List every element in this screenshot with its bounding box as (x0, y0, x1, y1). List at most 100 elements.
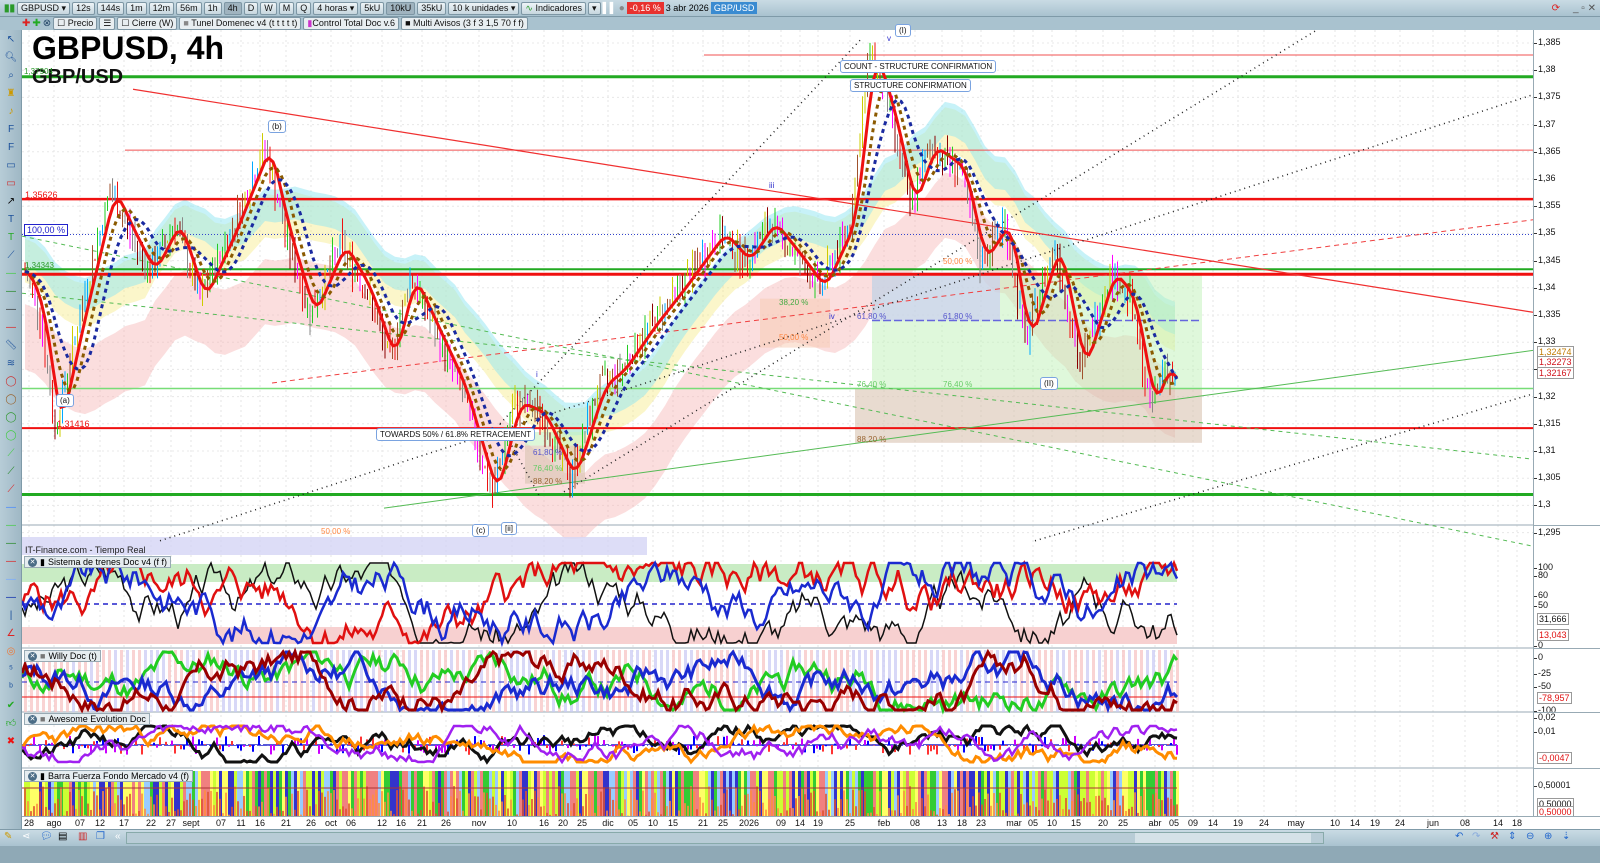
indicators-button[interactable]: ∿ Indicadores (521, 1, 586, 15)
fib-icon[interactable]: F (0, 120, 22, 138)
hline-red-icon[interactable]: — (0, 318, 22, 336)
angle-icon[interactable]: ∠ (0, 624, 22, 642)
legend-close[interactable]: ☐ Cierre (W) (117, 17, 178, 30)
line-navy-icon[interactable]: — (0, 588, 22, 606)
timeframe-1h[interactable]: 1h (203, 1, 222, 15)
segment-icon[interactable]: ⟋ (0, 246, 22, 264)
timeframe-4h[interactable]: 4h (223, 1, 242, 15)
legend-tunel[interactable]: ■ Tunel Domenec v4 (t t t t t) (179, 17, 302, 30)
chart-area[interactable] (22, 30, 1533, 816)
pencil-icon[interactable]: ✎ (4, 831, 12, 842)
hline-green-icon[interactable]: — (0, 264, 22, 282)
timeframe-12m[interactable]: 12m (148, 1, 175, 15)
pause-icon[interactable]: ▌▌ (603, 3, 617, 14)
add-green-icon[interactable]: ✚ (32, 18, 40, 29)
rect-icon[interactable]: ▭ (0, 174, 22, 192)
pane-header-barra[interactable]: ✕ ▮ Barra Fuerza Fondo Mercado v4 (f) (24, 770, 194, 782)
line-ltgreen-icon[interactable]: — (0, 516, 22, 534)
close-all-icon[interactable]: ⊗ (43, 18, 51, 29)
bell-icon[interactable]: ♪ (0, 102, 22, 120)
record-icon[interactable]: ● (619, 3, 625, 14)
tools-icon[interactable]: ⚒ (1490, 831, 1499, 842)
line-red-icon[interactable]: ⟋ (0, 480, 22, 498)
redo-icon[interactable]: ↷ (1472, 831, 1480, 842)
timeframe-M[interactable]: M (278, 1, 295, 15)
price-scale[interactable]: 1,385 1,38 1,375 1,37 1,365 1,36 1,355 1,35 1,34… (1533, 30, 1600, 818)
pane-header-awesome[interactable]: ✕ ■ Awesome Evolution Doc (24, 713, 150, 725)
fib-ext-icon[interactable]: F (0, 138, 22, 156)
elliott-icon[interactable]: ⁵ (0, 660, 22, 678)
thumbs-up-icon[interactable]: 👍︎ (0, 714, 22, 732)
timeframe-D[interactable]: D (243, 1, 259, 15)
period-select[interactable]: 4 horas ▾ (313, 1, 359, 15)
arrow-icon[interactable]: ↗ (0, 192, 22, 210)
line-lblue-icon[interactable]: — (0, 570, 22, 588)
ellipse-lgreen-icon[interactable]: ◯ (0, 426, 22, 444)
timeframe-Q[interactable]: Q (296, 1, 312, 15)
close-pane-icon[interactable]: ✕ (28, 714, 37, 724)
zoom-out-icon[interactable]: ⊖ (1526, 831, 1534, 842)
channel-icon[interactable]: ▭ (0, 156, 22, 174)
wave-label[interactable]: (II) (1040, 377, 1058, 390)
pane-header-willy[interactable]: ✕ ■ Willy Doc (t) (24, 650, 101, 662)
unit-10kU[interactable]: 10kU (386, 1, 416, 15)
unit-35kU[interactable]: 35kU (417, 1, 447, 15)
wave-label[interactable]: (a) (56, 394, 74, 407)
check-icon[interactable]: ✔ (0, 696, 22, 714)
hline-dkgreen-icon[interactable]: — (0, 282, 22, 300)
legend-control[interactable]: ▮Control Total Doc v.6 (303, 17, 400, 30)
line-dkgreen2-icon[interactable]: — (0, 534, 22, 552)
close-pane-icon[interactable]: ✕ (28, 651, 37, 661)
pane-header-trenes[interactable]: ✕ ▮ Sistema de trenes Doc v4 (f f) (24, 556, 171, 568)
legend-price[interactable]: ☐ Precio (53, 17, 98, 30)
hline-blk-icon[interactable]: — (0, 300, 22, 318)
ruler-icon[interactable]: 📏︎ (0, 336, 22, 354)
wave-label[interactable]: (I) (895, 24, 911, 37)
line-dkgreen-icon[interactable]: ⟋ (0, 462, 22, 480)
target-icon[interactable]: ◎ (0, 642, 22, 660)
window-controls[interactable]: _ ▫ ✕ (1573, 3, 1596, 14)
symbol-select[interactable]: GBPUSD ▾ (17, 1, 71, 15)
timeframe-W[interactable]: W (260, 1, 277, 15)
zoom-in-icon[interactable]: ⊕ (1544, 831, 1552, 842)
horizontal-scrollbar[interactable] (126, 832, 1324, 844)
collapse-icon[interactable]: « (115, 831, 121, 842)
timeframe-1m[interactable]: 1m (126, 1, 147, 15)
calc-icon[interactable]: ▤ (58, 831, 67, 842)
line-green-icon[interactable]: ⟋ (0, 444, 22, 462)
time-axis[interactable]: 28 ago 07 12 17 22 27 sept 07 11 16 21 26 oct 06 12 16 21… (22, 816, 1600, 829)
ellipse-green-icon[interactable]: ◯ (0, 408, 22, 426)
list-icon[interactable]: ☰ (99, 17, 116, 30)
refresh-icon[interactable]: ⟳ (1552, 3, 1560, 14)
close-pane-icon[interactable]: ✕ (28, 771, 37, 781)
ellipse-red-icon[interactable]: ◯ (0, 372, 22, 390)
close-pane-icon[interactable]: ✕ (28, 557, 37, 567)
count-annotation[interactable]: COUNT - STRUCTURE CONFIRMATION (840, 60, 997, 73)
wave-label[interactable]: [ii] (501, 522, 517, 535)
unit-5kU[interactable]: 5kU (360, 1, 385, 15)
text-bubble-icon[interactable]: T (0, 228, 22, 246)
share-icon[interactable]: ⋖ (22, 831, 30, 842)
add-red-icon[interactable]: ✚ (22, 18, 30, 29)
abc-icon[interactable]: ᵇ (0, 678, 22, 696)
timeframe-56m[interactable]: 56m (176, 1, 202, 15)
retracement-annotation[interactable]: TOWARDS 50% / 61.8% RETRACEMENT (376, 428, 536, 441)
zoom-area-icon[interactable]: ⌕ (0, 66, 22, 84)
pin-icon[interactable]: ⇣ (1562, 831, 1570, 842)
chart-type-icon[interactable]: ▮▮ (4, 3, 15, 14)
chat-icon[interactable]: 💬︎ (40, 831, 53, 842)
windows-icon[interactable]: ❐ (96, 831, 105, 842)
line-red2-icon[interactable]: — (0, 552, 22, 570)
layout-icon[interactable]: ▥ (78, 831, 87, 842)
delete-icon[interactable]: ✖ (0, 732, 22, 750)
indicators-dropdown[interactable]: ▾ (587, 1, 601, 15)
wave-label[interactable]: (b) (268, 120, 286, 133)
alert-edit-icon[interactable]: ♜ (0, 84, 22, 102)
undo-icon[interactable]: ↶ (1455, 831, 1463, 842)
line-blue-icon[interactable]: — (0, 498, 22, 516)
units-select[interactable]: 10 k unidades ▾ (448, 1, 520, 15)
text-icon[interactable]: T (0, 210, 22, 228)
timeframe-12s[interactable]: 12s (72, 1, 95, 15)
cursor-icon[interactable]: ↖ (0, 30, 22, 48)
timeframe-144s[interactable]: 144s (96, 1, 125, 15)
